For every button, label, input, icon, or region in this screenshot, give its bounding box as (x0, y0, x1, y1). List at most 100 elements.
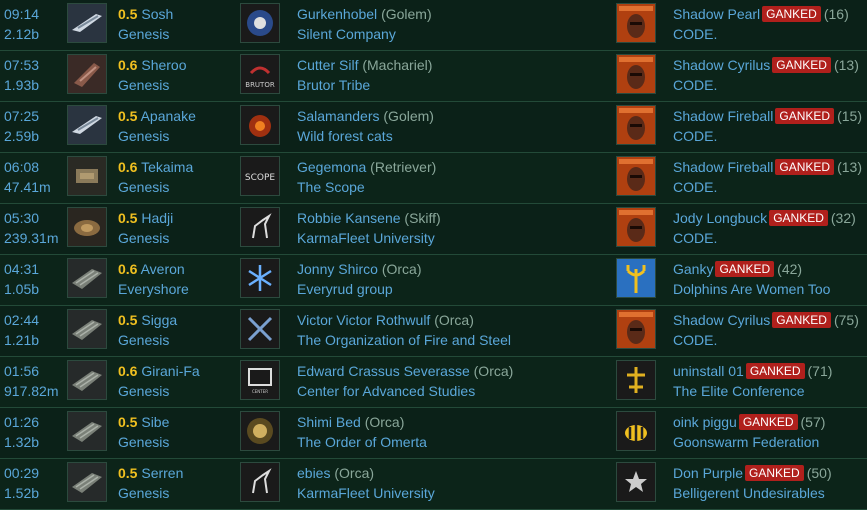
victim-corp-link[interactable]: Brutor Tribe (297, 75, 432, 95)
region-link[interactable]: Genesis (118, 75, 187, 95)
region-link[interactable]: Genesis (118, 483, 183, 503)
victim-corp-link[interactable]: The Order of Omerta (297, 432, 427, 452)
scope-logo-icon[interactable]: SCOPE (240, 156, 280, 196)
region-link[interactable]: Genesis (118, 432, 169, 452)
corp-logo-icon[interactable] (240, 3, 280, 43)
code-portrait-icon[interactable] (616, 207, 656, 247)
killmail-row[interactable]: 09:14 2.12b 0.5 Sosh Genesis Gurkenhobel (Go… (0, 0, 867, 51)
victim-corp-link[interactable]: Silent Company (297, 24, 432, 44)
victim-name-link[interactable]: Shimi Bed (297, 414, 361, 430)
region-link[interactable]: Genesis (118, 228, 173, 248)
skiff-icon[interactable] (67, 207, 107, 247)
region-link[interactable]: Everyshore (118, 279, 189, 299)
system-link[interactable]: Apanake (141, 108, 196, 124)
region-link[interactable]: Genesis (118, 177, 193, 197)
attacker-corp-link[interactable]: Goonswarm Federation (673, 432, 825, 452)
snowflake-logo-icon[interactable] (240, 258, 280, 298)
system-link[interactable]: Sigga (141, 312, 177, 328)
victim-corp-link[interactable]: Wild forest cats (297, 126, 434, 146)
region-link[interactable]: Genesis (118, 330, 177, 350)
victim-name-link[interactable]: Robbie Kansene (297, 210, 401, 226)
killmail-row[interactable]: 02:44 1.21b 0.5 Sigga Genesis Victor Victor … (0, 306, 867, 357)
crossed-swords-icon[interactable] (240, 309, 280, 349)
omerta-logo-icon[interactable] (240, 411, 280, 451)
attacker-name-link[interactable]: Jody Longbuck (673, 210, 767, 226)
region-link[interactable]: Genesis (118, 381, 200, 401)
retriever-icon[interactable] (67, 156, 107, 196)
attacker-corp-link[interactable]: Belligerent Undesirables (673, 483, 832, 503)
unicorn-logo-icon[interactable] (240, 462, 280, 502)
system-link[interactable]: Sibe (141, 414, 169, 430)
victim-corp-link[interactable]: KarmaFleet University (297, 483, 435, 503)
machariel-icon[interactable] (67, 54, 107, 94)
fire-logo-icon[interactable] (240, 105, 280, 145)
victim-name-link[interactable]: Victor Victor Rothwulf (297, 312, 430, 328)
victim-name-link[interactable]: Salamanders (297, 108, 380, 124)
attacker-corp-link[interactable]: CODE. (673, 24, 849, 44)
attacker-name-link[interactable]: uninstall 01 (673, 363, 744, 379)
elite-logo-icon[interactable] (616, 360, 656, 400)
attacker-corp-link[interactable]: CODE. (673, 126, 862, 146)
victim-corp-link[interactable]: KarmaFleet University (297, 228, 441, 248)
system-link[interactable]: Sosh (141, 6, 173, 22)
golem-icon[interactable] (67, 3, 107, 43)
attacker-name-link[interactable]: Shadow Pearl (673, 6, 760, 22)
killmail-row[interactable]: 06:08 47.41m 0.6 Tekaima Genesis SCOPE Gegemo… (0, 153, 867, 204)
victim-corp-link[interactable]: The Scope (297, 177, 436, 197)
victim-name-link[interactable]: Edward Crassus Severasse (297, 363, 470, 379)
golem-icon[interactable] (67, 105, 107, 145)
orca-icon[interactable] (67, 360, 107, 400)
system-link[interactable]: Sheroo (141, 57, 186, 73)
code-portrait-icon[interactable] (616, 3, 656, 43)
code-portrait-icon[interactable] (616, 156, 656, 196)
brutor-logo-icon[interactable]: BRUTOR (240, 54, 280, 94)
region-link[interactable]: Genesis (118, 24, 173, 44)
attacker-corp-link[interactable]: Dolphins Are Women Too (673, 279, 830, 299)
victim-corp-link[interactable]: Center for Advanced Studies (297, 381, 513, 401)
killmail-row[interactable]: 01:56 917.82m 0.6 Girani-Fa Genesis CENTER Ed… (0, 357, 867, 408)
code-portrait-icon[interactable] (616, 105, 656, 145)
victim-name-link[interactable]: Gurkenhobel (297, 6, 377, 22)
killmail-row[interactable]: 01:26 1.32b 0.5 Sibe Genesis Shimi Bed (Orca… (0, 408, 867, 459)
code-portrait-icon[interactable] (616, 54, 656, 94)
system-link[interactable]: Serren (141, 465, 183, 481)
system-link[interactable]: Averon (141, 261, 185, 277)
victim-name-link[interactable]: ebies (297, 465, 330, 481)
attacker-name-link[interactable]: Shadow Fireball (673, 159, 773, 175)
orca-icon[interactable] (67, 309, 107, 349)
region-link[interactable]: Genesis (118, 126, 196, 146)
attacker-corp-link[interactable]: CODE. (673, 75, 859, 95)
trident-icon[interactable] (616, 258, 656, 298)
attacker-name-link[interactable]: oink piggu (673, 414, 737, 430)
system-link[interactable]: Girani-Fa (141, 363, 199, 379)
orca-icon[interactable] (67, 411, 107, 451)
killmail-row[interactable]: 00:29 1.52b 0.5 Serren Genesis ebies (Orca) K… (0, 459, 867, 510)
attacker-name-link[interactable]: Ganky (673, 261, 713, 277)
attacker-corp-link[interactable]: CODE. (673, 330, 859, 350)
victim-corp-link[interactable]: The Organization of Fire and Steel (297, 330, 511, 350)
killmail-row[interactable]: 07:53 1.93b 0.6 Sheroo Genesis BRUTOR Cutter … (0, 51, 867, 102)
bee-logo-icon[interactable] (616, 411, 656, 451)
cas-logo-icon[interactable]: CENTER (240, 360, 280, 400)
killmail-row[interactable]: 07:25 2.59b 0.5 Apanake Genesis Salamanders … (0, 102, 867, 153)
system-link[interactable]: Hadji (141, 210, 173, 226)
attacker-name-link[interactable]: Shadow Fireball (673, 108, 773, 124)
victim-name-link[interactable]: Cutter Silf (297, 57, 358, 73)
attacker-name-link[interactable]: Shadow Cyrilus (673, 312, 770, 328)
attacker-corp-link[interactable]: CODE. (673, 228, 856, 248)
attacker-name-link[interactable]: Shadow Cyrilus (673, 57, 770, 73)
victim-corp-link[interactable]: Everyrud group (297, 279, 422, 299)
attacker-corp-link[interactable]: CODE. (673, 177, 862, 197)
killmail-row[interactable]: 04:31 1.05b 0.6 Averon Everyshore Jonny Shir… (0, 255, 867, 306)
victim-name-link[interactable]: Jonny Shirco (297, 261, 378, 277)
system-link[interactable]: Tekaima (141, 159, 193, 175)
code-portrait-icon[interactable] (616, 309, 656, 349)
orca-icon[interactable] (67, 462, 107, 502)
unicorn-logo-icon[interactable] (240, 207, 280, 247)
victim-name-link[interactable]: Gegemona (297, 159, 366, 175)
attacker-corp-link[interactable]: The Elite Conference (673, 381, 832, 401)
killmail-row[interactable]: 05:30 239.31m 0.5 Hadji Genesis Robbie Kanse… (0, 204, 867, 255)
star-logo-icon[interactable] (616, 462, 656, 502)
orca-icon[interactable] (67, 258, 107, 298)
attacker-name-link[interactable]: Don Purple (673, 465, 743, 481)
